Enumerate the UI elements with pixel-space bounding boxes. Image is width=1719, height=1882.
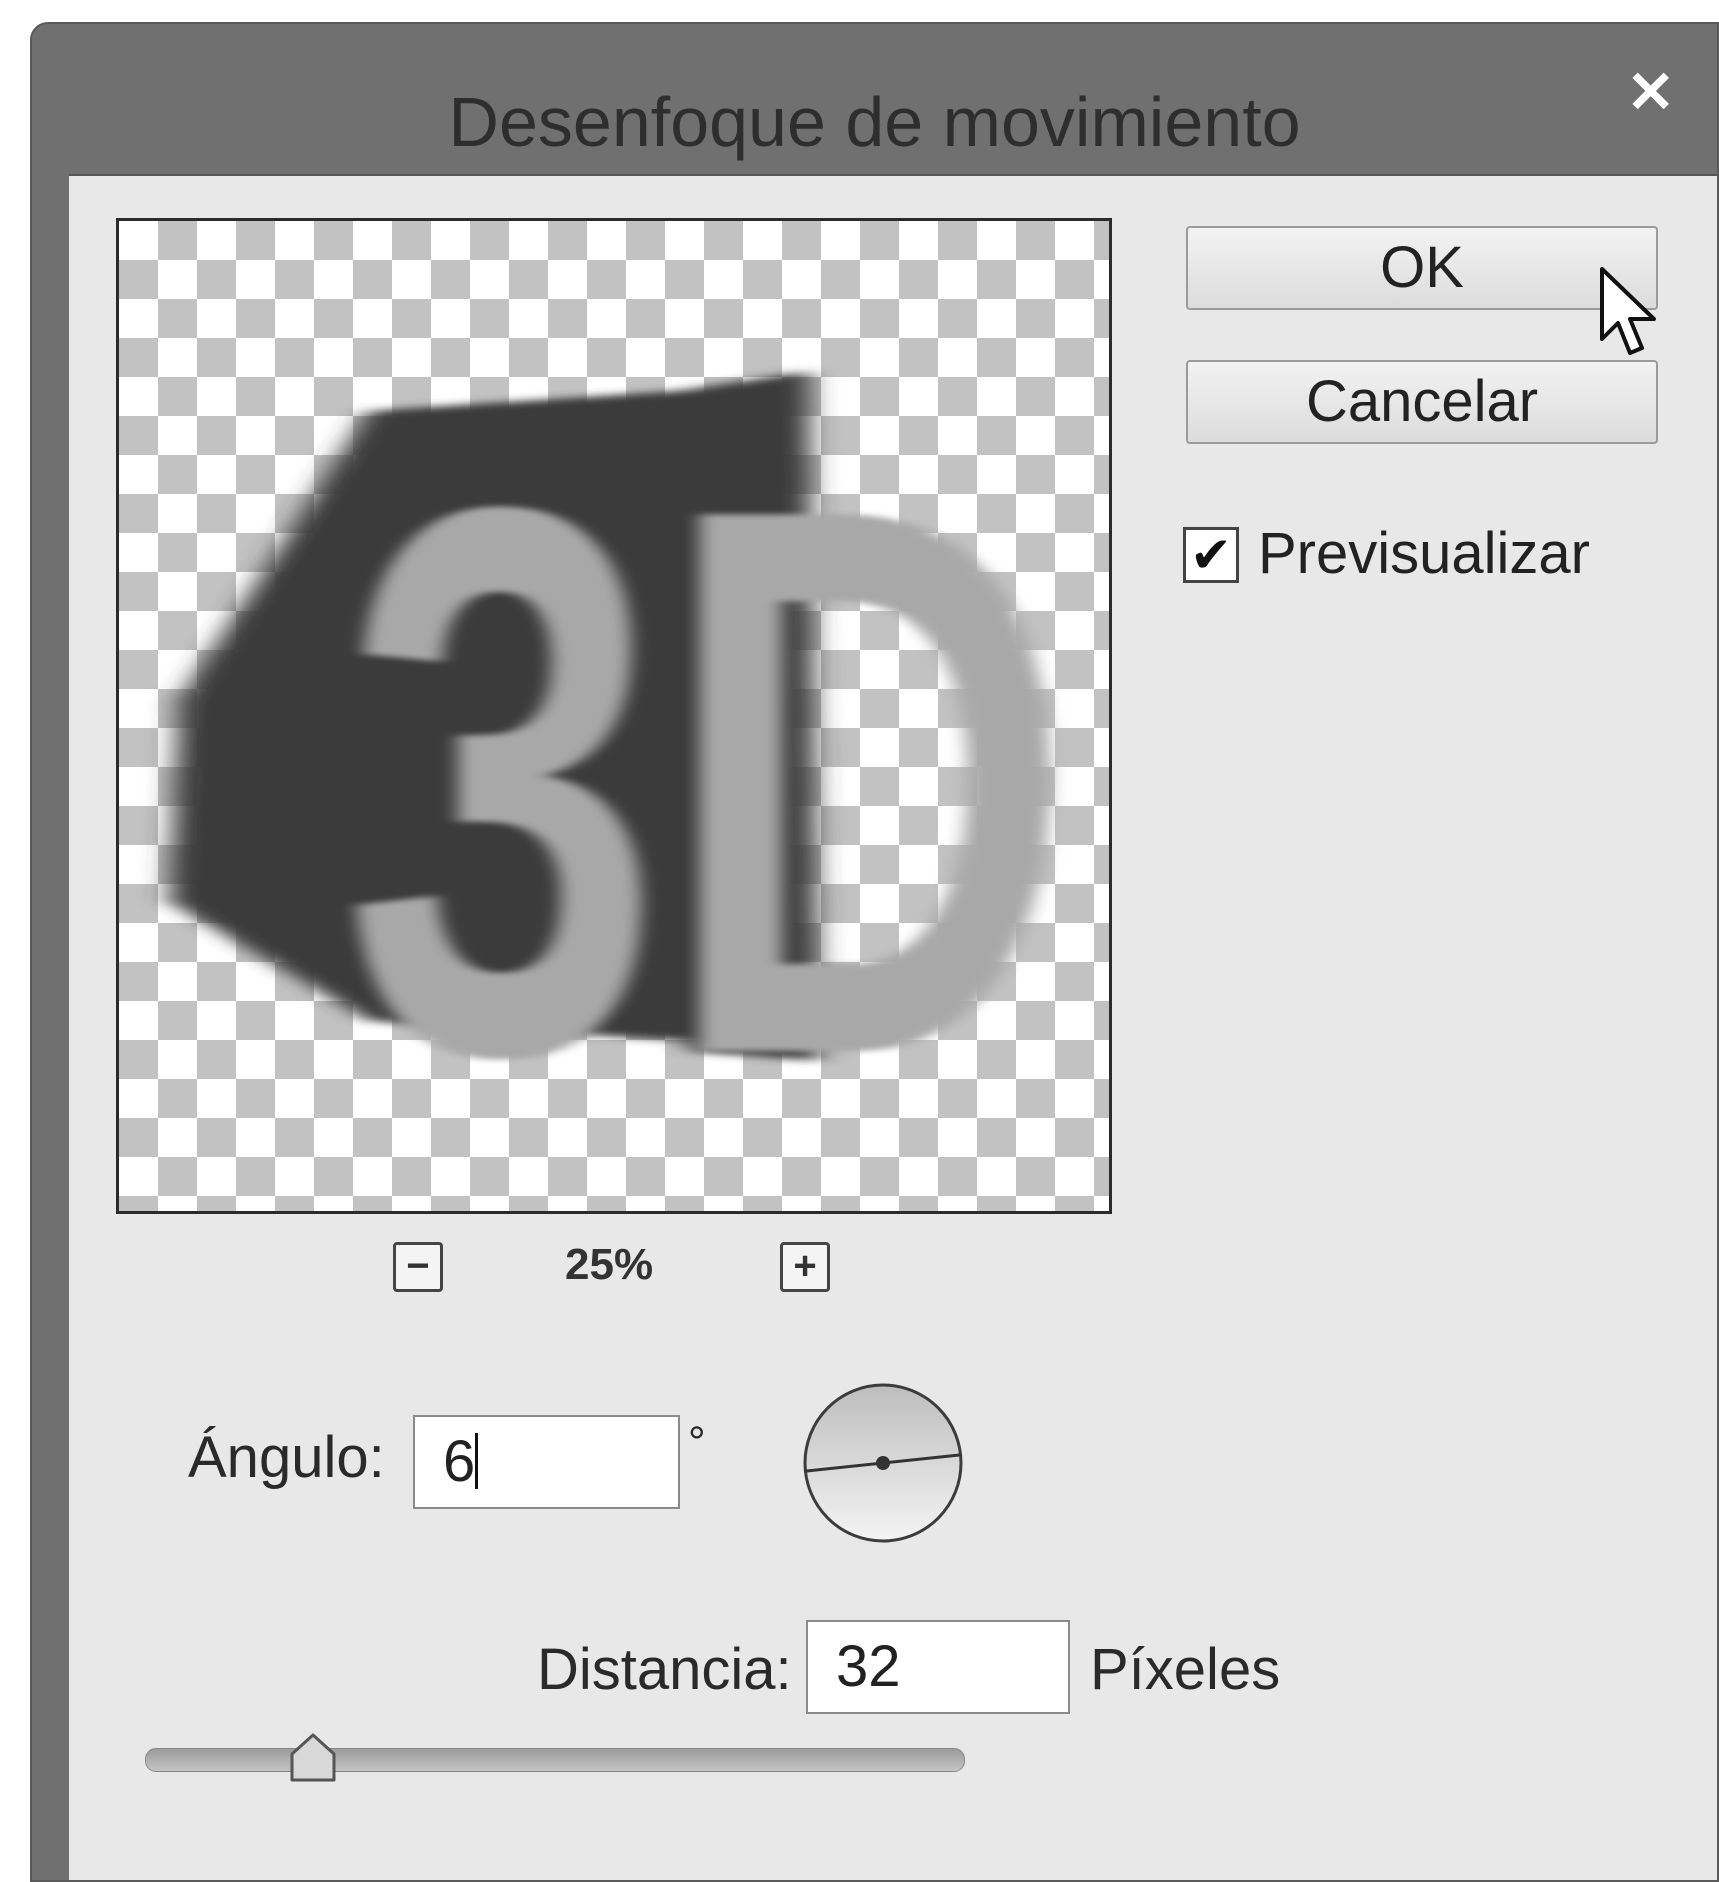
- angle-unit: °: [688, 1418, 706, 1467]
- preview-checkbox[interactable]: ✔: [1183, 527, 1239, 583]
- slider-thumb[interactable]: [284, 1732, 342, 1784]
- preview-canvas[interactable]: 3D: [116, 218, 1112, 1214]
- text-caret: [475, 1433, 479, 1489]
- dialog-title: Desenfoque de movimiento: [448, 83, 1301, 161]
- zoom-level: 25%: [565, 1240, 654, 1289]
- preview-text: 3D: [344, 346, 1074, 1211]
- mouse-pointer-icon: [1600, 267, 1656, 355]
- distance-slider[interactable]: [145, 1748, 965, 1772]
- distance-label: Distancia:: [537, 1637, 792, 1702]
- close-icon[interactable]: ✕: [1626, 64, 1675, 122]
- angle-input[interactable]: 6: [413, 1415, 680, 1509]
- checkmark-icon: ✔: [1190, 527, 1232, 583]
- preview-3d-image: 3D: [169, 346, 1074, 1211]
- ok-button[interactable]: OK: [1186, 226, 1658, 310]
- preview-checkbox-label[interactable]: Previsualizar: [1258, 520, 1590, 587]
- distance-unit: Píxeles: [1090, 1637, 1281, 1702]
- zoom-out-button[interactable]: −: [393, 1242, 443, 1292]
- zoom-out-icon: −: [406, 1244, 430, 1288]
- angle-dial-icon[interactable]: [800, 1380, 966, 1546]
- angle-label: Ángulo:: [188, 1425, 385, 1490]
- zoom-in-icon: +: [793, 1244, 817, 1288]
- angle-value: 6: [443, 1429, 476, 1494]
- distance-value: 32: [836, 1634, 901, 1699]
- cancel-button[interactable]: Cancelar: [1186, 360, 1658, 444]
- distance-input[interactable]: 32: [806, 1620, 1070, 1714]
- zoom-in-button[interactable]: +: [780, 1242, 830, 1292]
